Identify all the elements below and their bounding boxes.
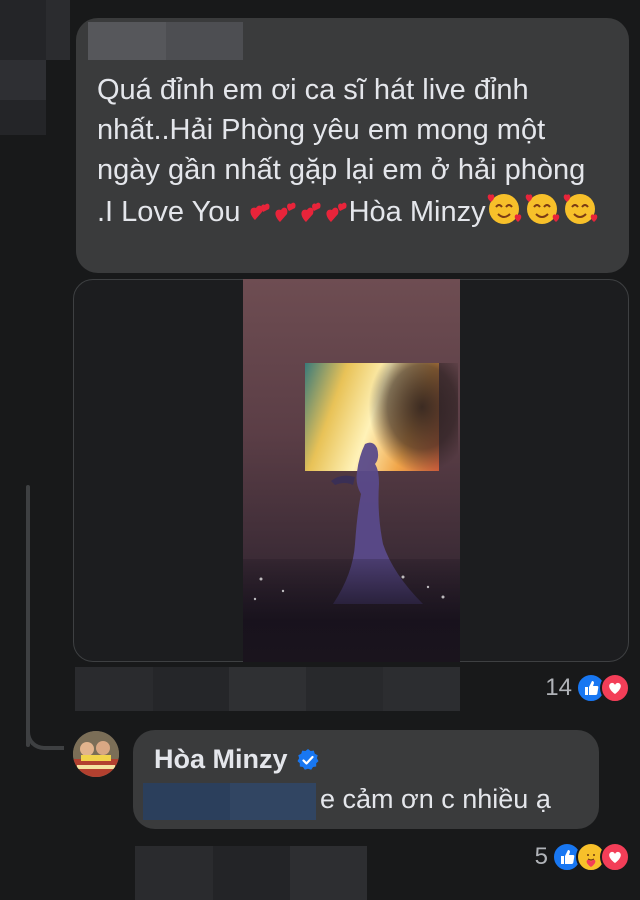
blurred-mention-tag[interactable] — [143, 783, 316, 820]
blurred-commenter-name[interactable] — [88, 22, 243, 60]
two-hearts-emoji — [249, 197, 349, 237]
reply-reactions[interactable]: 5 — [535, 842, 630, 872]
concert-video-thumbnail[interactable] — [243, 279, 460, 662]
reply-author[interactable]: Hòa Minzy — [154, 744, 320, 775]
reaction-count: 14 — [545, 674, 572, 701]
blurred-reply-actions — [135, 846, 367, 900]
smiling-face-with-hearts-emoji — [486, 190, 598, 237]
blurred-comment-actions — [75, 667, 460, 711]
comment-reactions[interactable]: 14 — [545, 673, 630, 703]
comment-trailing-name: Hòa Minzy — [348, 196, 486, 228]
comment-text: Quá đỉnh em ơi ca sĩ hát live đỉnh nhất.… — [97, 70, 607, 237]
reply-author-name[interactable]: Hòa Minzy — [154, 744, 288, 775]
verified-badge-icon — [297, 748, 319, 770]
reply-text: e cảm ơn c nhiều ạ — [320, 784, 551, 814]
reply-thread-connector — [26, 706, 64, 750]
reply-reaction-count: 5 — [534, 843, 548, 870]
love-icon — [600, 842, 630, 872]
love-icon — [600, 673, 630, 703]
avatar[interactable] — [73, 731, 119, 777]
blurred-avatar-strip — [0, 0, 70, 135]
